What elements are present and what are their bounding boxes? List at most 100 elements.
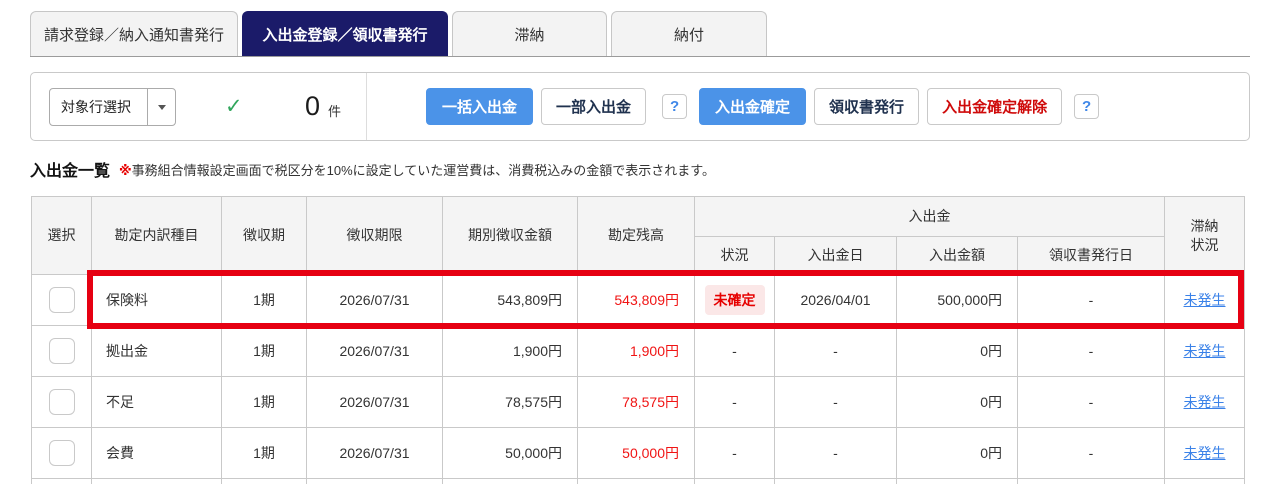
account-balance-cell: [578, 479, 695, 484]
row-select-dropdown[interactable]: 対象行選択: [49, 88, 176, 126]
table-row: 会費 1期 2026/07/31 50,000円 50,000円 - - 0円 …: [32, 428, 1245, 479]
account-balance-cell: 78,575円: [578, 377, 695, 428]
payment-amount-cell: [897, 479, 1018, 484]
collection-deadline-cell: 2026/07/31: [307, 275, 443, 326]
header-receipt-issue-date: 領収書発行日: [1018, 237, 1165, 275]
table-row: 不足 1期 2026/07/31 78,575円 78,575円 - - 0円 …: [32, 377, 1245, 428]
delinquency-cell: 未発生: [1165, 428, 1245, 479]
delinquency-cell: 未発生: [1165, 377, 1245, 428]
delinquency-link[interactable]: 未発生: [1184, 445, 1226, 461]
tab-billing-registration[interactable]: 請求登録／納入通知書発行: [30, 11, 238, 56]
header-account-balance: 勘定残高: [578, 197, 695, 275]
cancel-confirm-button[interactable]: 入出金確定解除: [927, 88, 1062, 125]
header-status: 状況: [695, 237, 775, 275]
collection-period-cell: 1期: [222, 428, 307, 479]
row-select-label: 対象行選択: [50, 89, 147, 125]
delinquency-link[interactable]: 未発生: [1184, 394, 1226, 410]
receipt-issue-date-cell: -: [1018, 377, 1165, 428]
help-button-1[interactable]: ?: [662, 94, 687, 119]
account-item-cell: 保険料: [92, 275, 222, 326]
select-cell: [32, 428, 92, 479]
header-period-amount: 期別徴収金額: [443, 197, 578, 275]
tab-label: 納付: [674, 24, 704, 45]
row-checkbox[interactable]: [49, 338, 75, 364]
payment-date-cell: -: [775, 326, 897, 377]
receipt-issue-date-cell: -: [1018, 275, 1165, 326]
delinquency-cell: 未発生: [1165, 275, 1245, 326]
tab-payment[interactable]: 納付: [611, 11, 767, 56]
period-amount-cell: 1,900円: [443, 326, 578, 377]
collection-deadline-cell: [307, 479, 443, 484]
collection-period-cell: 1期: [222, 377, 307, 428]
confirm-payment-button[interactable]: 入出金確定: [699, 88, 806, 125]
account-item-cell: 不足: [92, 377, 222, 428]
collection-period-cell: 1期: [222, 275, 307, 326]
select-cell: [32, 275, 92, 326]
chevron-down-icon: [158, 105, 166, 110]
partial-payment-button[interactable]: 一部入出金: [541, 88, 646, 125]
status-cell: -: [695, 377, 775, 428]
row-checkbox[interactable]: [49, 287, 75, 313]
period-amount-cell: [443, 479, 578, 484]
status-cell: 未確定: [695, 275, 775, 326]
dropdown-caret-button[interactable]: [147, 89, 175, 125]
receipt-issue-date-cell: -: [1018, 428, 1165, 479]
select-cell: [32, 377, 92, 428]
table-body: 保険料 1期 2026/07/31 543,809円 543,809円 未確定 …: [32, 275, 1245, 484]
selected-count: 0 件: [211, 73, 341, 140]
status-badge: 未確定: [705, 285, 765, 315]
collection-period-cell: 1期: [222, 326, 307, 377]
collection-deadline-cell: 2026/07/31: [307, 377, 443, 428]
status-cell: [695, 479, 775, 484]
account-item-cell: 拠出金: [92, 326, 222, 377]
header-delinquency-status: 滞納状況: [1165, 197, 1245, 275]
page-title: 入出金一覧: [30, 157, 110, 181]
delinquency-link[interactable]: 未発生: [1184, 292, 1226, 308]
tab-label: 滞納: [514, 24, 544, 45]
payment-date-cell: -: [775, 428, 897, 479]
payment-table: 選択 勘定内訳種目 徴収期 徴収期限 期別徴収金額 勘定残高 入出金 滞納状況 …: [31, 196, 1245, 484]
bulk-payment-button[interactable]: 一括入出金: [426, 88, 533, 125]
delinquency-link[interactable]: 未発生: [1184, 343, 1226, 359]
status-cell: -: [695, 326, 775, 377]
period-amount-cell: 543,809円: [443, 275, 578, 326]
payment-date-cell: 2026/04/01: [775, 275, 897, 326]
help-button-2[interactable]: ?: [1074, 94, 1099, 119]
collection-deadline-cell: 2026/07/31: [307, 326, 443, 377]
section-heading: 入出金一覧 ※事務組合情報設定画面で税区分を10%に設定していた運営費は、消費税…: [30, 157, 715, 181]
payment-amount-cell: 0円: [897, 428, 1018, 479]
tab-payment-registration[interactable]: 入出金登録／領収書発行: [242, 11, 448, 56]
header-collection-deadline: 徴収期限: [307, 197, 443, 275]
period-amount-cell: 78,575円: [443, 377, 578, 428]
tab-delinquency[interactable]: 滞納: [452, 11, 607, 56]
payment-amount-cell: 500,000円: [897, 275, 1018, 326]
select-cell: [32, 479, 92, 484]
header-account-item: 勘定内訳種目: [92, 197, 222, 275]
table-row: 拠出金 1期 2026/07/31 1,900円 1,900円 - - 0円 -…: [32, 326, 1245, 377]
collection-period-cell: [222, 479, 307, 484]
tab-bottom-line: [30, 56, 1250, 57]
payment-date-cell: -: [775, 377, 897, 428]
receipt-issue-date-cell: -: [1018, 326, 1165, 377]
table-row: [32, 479, 1245, 484]
header-payment-group: 入出金: [695, 197, 1165, 237]
note-asterisk: ※: [119, 163, 132, 178]
collection-deadline-cell: 2026/07/31: [307, 428, 443, 479]
selected-count-unit: 件: [328, 101, 341, 120]
status-cell: -: [695, 428, 775, 479]
header-payment-date: 入出金日: [775, 237, 897, 275]
header-payment-amount: 入出金額: [897, 237, 1018, 275]
issue-receipt-button[interactable]: 領収書発行: [814, 88, 919, 125]
action-toolbar: 対象行選択 ✓ 0 件 一括入出金 一部入出金 ? 入出金確定 領収書発行 入出…: [30, 72, 1250, 141]
row-checkbox[interactable]: [49, 440, 75, 466]
receipt-issue-date-cell: [1018, 479, 1165, 484]
account-item-cell: [92, 479, 222, 484]
payment-date-cell: [775, 479, 897, 484]
account-balance-cell: 543,809円: [578, 275, 695, 326]
toolbar-buttons: 一括入出金 一部入出金 ? 入出金確定 領収書発行 入出金確定解除 ?: [426, 73, 1099, 140]
tab-label: 入出金登録／領収書発行: [262, 24, 427, 45]
payment-amount-cell: 0円: [897, 377, 1018, 428]
payment-amount-cell: 0円: [897, 326, 1018, 377]
row-checkbox[interactable]: [49, 389, 75, 415]
account-balance-cell: 50,000円: [578, 428, 695, 479]
